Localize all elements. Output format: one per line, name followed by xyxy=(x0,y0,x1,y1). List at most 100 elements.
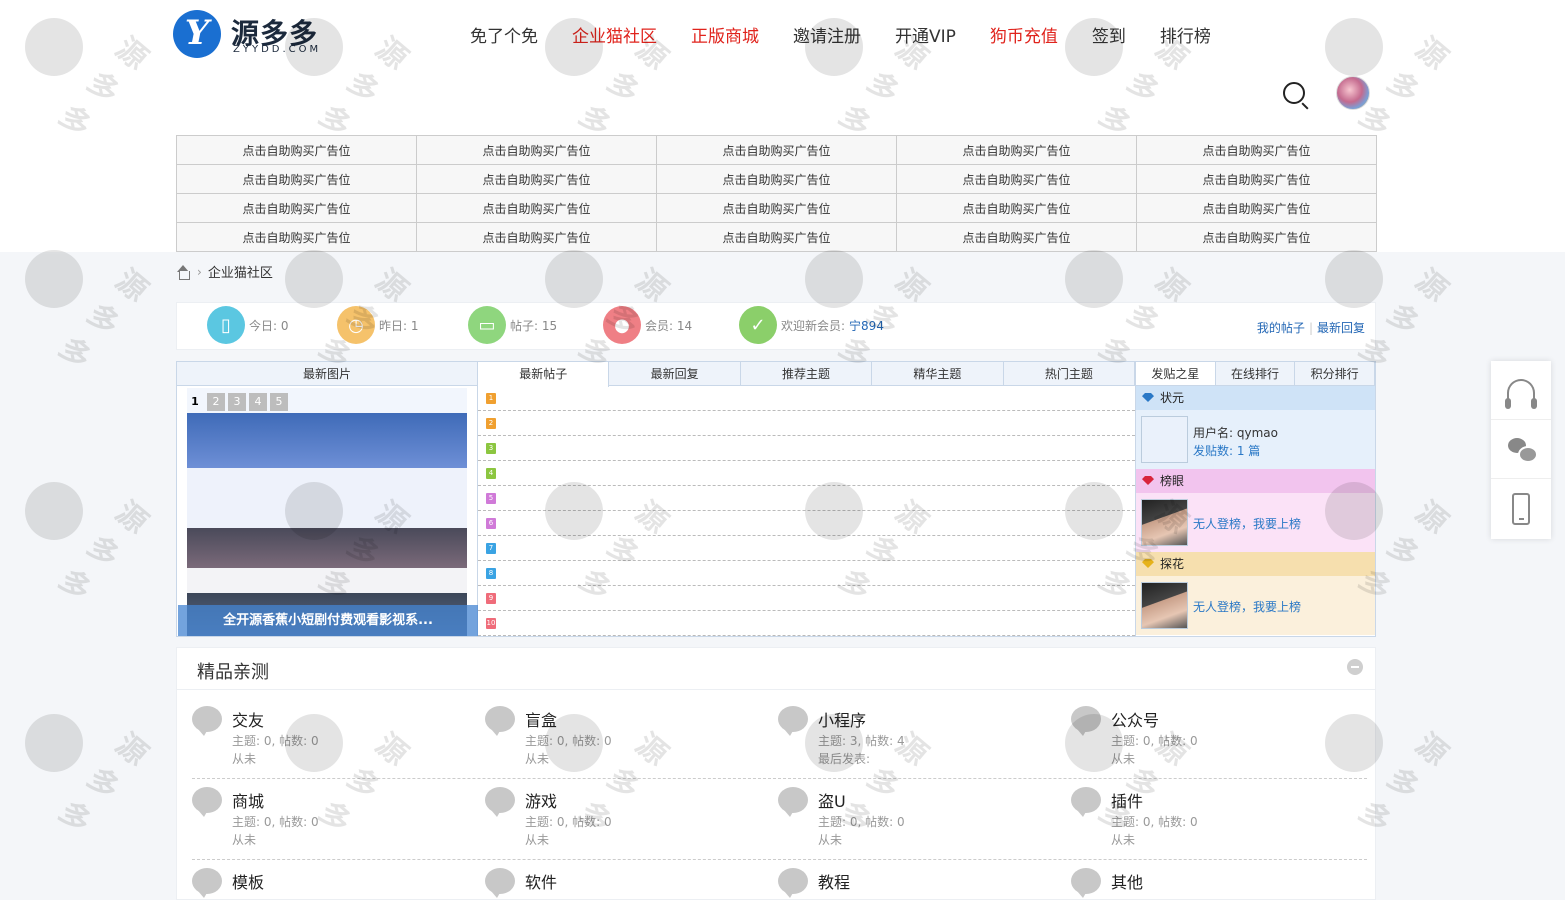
tab-recommended[interactable]: 推荐主题 xyxy=(741,362,873,385)
post-row[interactable]: 2 xyxy=(478,411,1135,436)
ad-slot[interactable]: 点击自助购买广告位 xyxy=(416,193,657,223)
forum-name[interactable]: 插件 xyxy=(1111,788,1143,812)
site-logo[interactable]: Y 源多多 ZYYDD.COM xyxy=(173,10,333,60)
forum-name[interactable]: 其他 xyxy=(1111,869,1143,893)
ad-slot[interactable]: 点击自助购买广告位 xyxy=(176,193,417,223)
latest-reply-link[interactable]: 最新回复 xyxy=(1317,321,1365,335)
slide-page-2[interactable]: 2 xyxy=(207,393,225,411)
post-row[interactable]: 1 xyxy=(478,386,1135,411)
forum-last-post: 从未 xyxy=(818,833,843,847)
slideshow-caption[interactable]: 全开源香蕉小短剧付费观看影视系... xyxy=(178,605,478,636)
post-row[interactable]: 9 xyxy=(478,586,1135,611)
forum-item[interactable]: 模板 xyxy=(192,868,472,900)
forum-name[interactable]: 盲盒 xyxy=(525,707,557,731)
chat-bubble-icon xyxy=(192,868,222,898)
forum-item[interactable]: 插件 主题: 0, 帖数: 0 从未 xyxy=(1071,787,1351,857)
ad-slot[interactable]: 点击自助购买广告位 xyxy=(1136,222,1377,252)
breadcrumb-current[interactable]: 企业猫社区 xyxy=(208,262,273,281)
forum-item[interactable]: 教程 xyxy=(778,868,1058,900)
ad-slot[interactable]: 点击自助购买广告位 xyxy=(176,164,417,194)
slide-page-5[interactable]: 5 xyxy=(270,393,288,411)
my-posts-link[interactable]: 我的帖子 xyxy=(1257,321,1305,335)
nav-item-leaderboard[interactable]: 排行榜 xyxy=(1160,22,1211,47)
slide-page-1[interactable]: 1 xyxy=(186,393,204,411)
collapse-icon[interactable] xyxy=(1347,659,1363,675)
forum-name[interactable]: 交友 xyxy=(232,707,264,731)
nav-item-signin[interactable]: 签到 xyxy=(1092,22,1126,47)
ad-slot[interactable]: 点击自助购买广告位 xyxy=(896,135,1137,165)
forum-item[interactable]: 软件 xyxy=(485,868,765,900)
site-header: Y 源多多 ZYYDD.COM 免了个免 企业猫社区 正版商城 邀请注册 开通V… xyxy=(0,0,1565,252)
tab-points-rank[interactable]: 积分排行 xyxy=(1295,362,1376,385)
post-row[interactable]: 7 xyxy=(478,536,1135,561)
user-photo[interactable] xyxy=(1141,416,1188,463)
forum-item[interactable]: 盗U 主题: 0, 帖数: 0 从未 xyxy=(778,787,1058,857)
wechat-button[interactable] xyxy=(1491,420,1551,479)
forum-item[interactable]: 交友 主题: 0, 帖数: 0 从未 xyxy=(192,706,472,776)
ad-slot[interactable]: 点击自助购买广告位 xyxy=(176,222,417,252)
search-icon[interactable] xyxy=(1283,82,1305,104)
home-icon[interactable] xyxy=(176,264,191,280)
forum-name[interactable]: 盗U xyxy=(818,788,846,812)
nav-item-mian[interactable]: 免了个免 xyxy=(470,22,538,47)
tab-hot[interactable]: 热门主题 xyxy=(1004,362,1136,385)
forum-item[interactable]: 商城 主题: 0, 帖数: 0 从未 xyxy=(192,787,472,857)
tab-post-stars[interactable]: 发贴之星 xyxy=(1136,362,1216,385)
nav-item-vip[interactable]: 开通VIP xyxy=(895,22,956,47)
ad-slot[interactable]: 点击自助购买广告位 xyxy=(416,135,657,165)
overview-panel: 最新图片 1 2 3 4 5 全开源香蕉小短剧付费观看影视系... 最新帖子 最… xyxy=(176,361,1376,637)
newest-member-link[interactable]: 宁894 xyxy=(849,317,884,334)
forum-item[interactable]: 其他 xyxy=(1071,868,1351,900)
stat-members: ● 会员: 14 xyxy=(603,306,692,344)
join-ranking-link[interactable]: 无人登榜，我要上榜 xyxy=(1193,598,1301,615)
forum-name[interactable]: 公众号 xyxy=(1111,707,1159,731)
forum-name[interactable]: 游戏 xyxy=(525,788,557,812)
tab-latest-replies[interactable]: 最新回复 xyxy=(609,362,741,385)
ad-slot[interactable]: 点击自助购买广告位 xyxy=(416,164,657,194)
slide-page-4[interactable]: 4 xyxy=(249,393,267,411)
ad-slot[interactable]: 点击自助购买广告位 xyxy=(896,193,1137,223)
nav-item-invite[interactable]: 邀请注册 xyxy=(793,22,861,47)
post-row[interactable]: 5 xyxy=(478,486,1135,511)
tab-online-rank[interactable]: 在线排行 xyxy=(1216,362,1296,385)
clock-icon: ◷ xyxy=(337,306,375,344)
ad-slot[interactable]: 点击自助购买广告位 xyxy=(896,222,1137,252)
ad-slot[interactable]: 点击自助购买广告位 xyxy=(1136,193,1377,223)
tab-latest-posts[interactable]: 最新帖子 xyxy=(478,362,610,387)
slide-page-3[interactable]: 3 xyxy=(228,393,246,411)
post-row[interactable]: 3 xyxy=(478,436,1135,461)
rank-username[interactable]: 用户名: qymao xyxy=(1193,424,1278,442)
forum-name[interactable]: 商城 xyxy=(232,788,264,812)
forum-name[interactable]: 教程 xyxy=(818,869,850,893)
forum-name[interactable]: 软件 xyxy=(525,869,557,893)
chevron-right-icon: › xyxy=(197,264,202,279)
join-ranking-link[interactable]: 无人登榜，我要上榜 xyxy=(1193,515,1301,532)
forum-name[interactable]: 小程序 xyxy=(818,707,866,731)
ad-slot[interactable]: 点击自助购买广告位 xyxy=(1136,164,1377,194)
ad-slot[interactable]: 点击自助购买广告位 xyxy=(656,135,897,165)
slideshow-image[interactable] xyxy=(187,388,467,636)
nav-item-store[interactable]: 正版商城 xyxy=(691,22,759,47)
nav-item-community[interactable]: 企业猫社区 xyxy=(572,22,657,47)
ad-slot[interactable]: 点击自助购买广告位 xyxy=(176,135,417,165)
mobile-button[interactable] xyxy=(1491,479,1551,538)
forum-item[interactable]: 小程序 主题: 3, 帖数: 4 最后发表: xyxy=(778,706,1058,776)
forum-item[interactable]: 盲盒 主题: 0, 帖数: 0 从未 xyxy=(485,706,765,776)
post-row[interactable]: 8 xyxy=(478,561,1135,586)
post-row[interactable]: 6 xyxy=(478,511,1135,536)
ad-slot[interactable]: 点击自助购买广告位 xyxy=(1136,135,1377,165)
nav-item-recharge[interactable]: 狗币充值 xyxy=(990,22,1058,47)
post-row[interactable]: 4 xyxy=(478,461,1135,486)
ad-slot[interactable]: 点击自助购买广告位 xyxy=(656,222,897,252)
user-avatar[interactable] xyxy=(1336,76,1370,110)
post-row[interactable]: 10 xyxy=(478,611,1135,636)
forum-item[interactable]: 游戏 主题: 0, 帖数: 0 从未 xyxy=(485,787,765,857)
forum-item[interactable]: 公众号 主题: 0, 帖数: 0 从未 xyxy=(1071,706,1351,776)
customer-service-button[interactable] xyxy=(1491,361,1551,420)
tab-featured[interactable]: 精华主题 xyxy=(872,362,1004,385)
ad-slot[interactable]: 点击自助购买广告位 xyxy=(896,164,1137,194)
ad-slot[interactable]: 点击自助购买广告位 xyxy=(656,193,897,223)
ad-slot[interactable]: 点击自助购买广告位 xyxy=(416,222,657,252)
forum-name[interactable]: 模板 xyxy=(232,869,264,893)
ad-slot[interactable]: 点击自助购买广告位 xyxy=(656,164,897,194)
